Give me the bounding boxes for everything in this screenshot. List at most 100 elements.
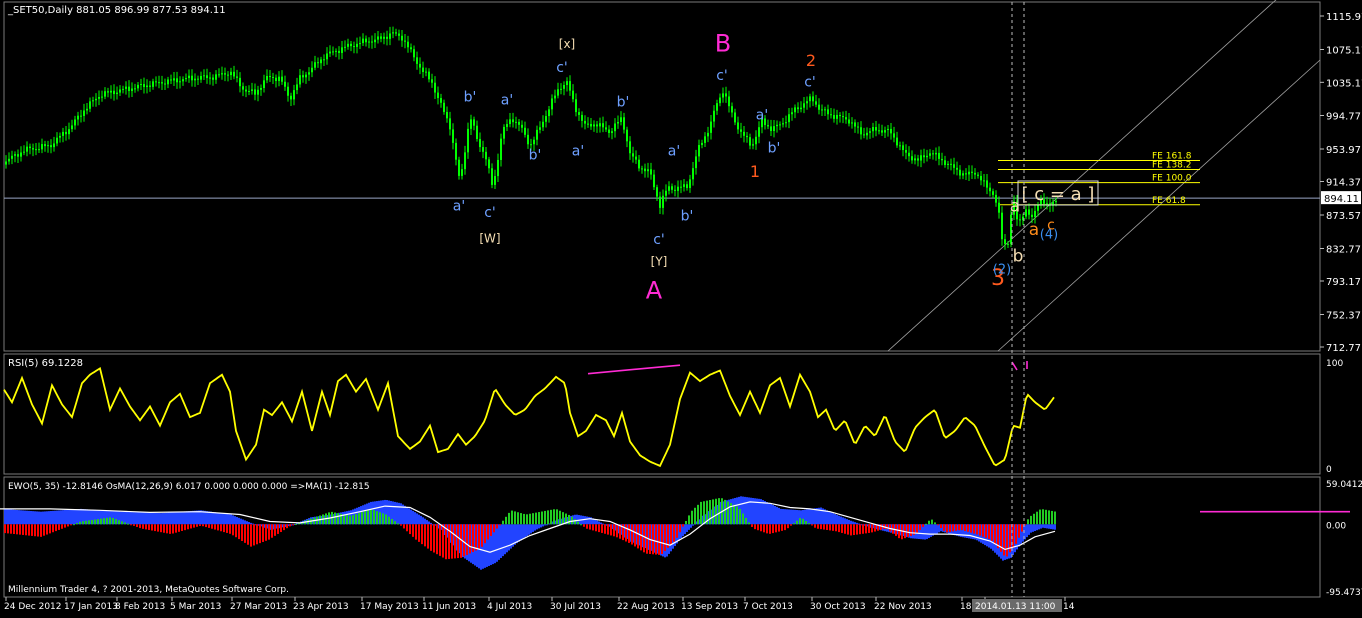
candle-body <box>104 91 106 97</box>
ewo-histogram-bar <box>56 510 58 525</box>
osma-histogram-bar <box>475 524 477 551</box>
chart-canvas[interactable]: FE 161.8FE 138.2FE 100.0FE 61.8a'b'c'[W]… <box>0 0 1362 614</box>
ewo-histogram-bar <box>810 508 812 525</box>
osma-histogram-bar <box>118 520 120 525</box>
candle-body <box>812 96 814 102</box>
candle-body <box>779 124 781 126</box>
candle-body <box>497 159 499 177</box>
osma-histogram-bar <box>1033 513 1035 525</box>
candle-body <box>902 145 904 150</box>
osma-histogram-bar <box>631 524 633 545</box>
ewo-histogram-bar <box>246 521 248 525</box>
osma-histogram-bar <box>805 521 807 525</box>
osma-histogram-bar <box>442 524 444 558</box>
ewo-histogram-bar <box>1044 524 1046 529</box>
osma-histogram-bar <box>787 524 789 529</box>
ewo-histogram-bar <box>1048 524 1050 529</box>
ewo-histogram-bar <box>832 513 834 525</box>
candle-body <box>905 149 907 153</box>
osma-histogram-bar <box>43 524 45 536</box>
candle-body <box>836 114 838 119</box>
candle-body <box>998 202 1000 213</box>
price-tick-label: 1075.17 <box>1326 45 1362 56</box>
ewo-histogram-bar <box>26 510 28 525</box>
ewo-histogram-bar <box>178 511 180 525</box>
osma-histogram-bar <box>424 524 426 547</box>
candle-body <box>275 77 277 82</box>
candle-body <box>98 97 100 99</box>
candle-body <box>614 123 616 132</box>
osma-histogram-bar <box>1006 524 1008 557</box>
fibo-level-label: FE 100.0 <box>1152 174 1192 184</box>
osma-histogram-bar <box>385 514 387 525</box>
candle-body <box>791 112 793 115</box>
osma-histogram-bar <box>1027 519 1029 525</box>
ewo-histogram-bar <box>40 511 42 525</box>
ewo-histogram-bar <box>780 508 782 525</box>
osma-histogram-bar <box>295 523 297 525</box>
candle-body <box>140 84 142 86</box>
ewo-histogram-bar <box>852 521 854 525</box>
candle-body <box>167 79 169 85</box>
candle-body <box>29 146 31 149</box>
osma-histogram-bar <box>625 524 627 542</box>
candle-body <box>563 85 565 89</box>
ewo-histogram-bar <box>534 524 536 531</box>
osma-histogram-bar <box>967 524 969 532</box>
ewo-histogram-bar <box>424 518 426 525</box>
time-tick-label: 22 Nov 2013 <box>874 602 932 612</box>
osma-histogram-bar <box>766 524 768 534</box>
candle-body <box>299 75 301 85</box>
candle-body <box>872 127 874 132</box>
ewo-histogram-bar <box>16 510 18 525</box>
candle-body <box>356 43 358 47</box>
candle-body <box>824 109 826 111</box>
candle-body <box>830 114 832 116</box>
candle-body <box>857 126 859 128</box>
osma-histogram-bar <box>850 524 852 536</box>
osma-histogram-bar <box>31 524 33 536</box>
candle-body <box>182 79 184 82</box>
candle-body <box>674 189 676 191</box>
osma-histogram-bar <box>733 504 735 525</box>
candle-body <box>584 120 586 124</box>
candle-body <box>149 85 151 87</box>
ewo-histogram-bar <box>126 511 128 525</box>
ewo-histogram-bar <box>422 517 424 525</box>
osma-histogram-bar <box>22 524 24 535</box>
candle-body <box>383 36 385 39</box>
wave-label: c' <box>653 232 665 248</box>
ewo-histogram-bar <box>502 524 504 557</box>
candle-body <box>884 130 886 133</box>
ewo-histogram-bar <box>938 524 940 533</box>
ewo-histogram-bar <box>856 522 858 525</box>
candle-body <box>254 89 256 95</box>
candle-body <box>596 124 598 127</box>
candle-body <box>722 93 724 98</box>
osma-histogram-bar <box>853 524 855 536</box>
osma-histogram-bar <box>796 520 798 525</box>
candle-body <box>644 168 646 172</box>
candle-body <box>47 145 49 147</box>
osma-histogram-bar <box>958 524 960 531</box>
osma-histogram-bar <box>481 524 483 547</box>
ewo-histogram-bar <box>152 512 154 525</box>
wave-label: c' <box>484 205 496 221</box>
osma-histogram-bar <box>346 515 348 525</box>
candle-body <box>800 107 802 110</box>
candle-body <box>755 136 757 145</box>
candle-body <box>995 194 997 203</box>
wave-label: b' <box>464 89 477 105</box>
osma-histogram-bar <box>628 524 630 543</box>
candle-body <box>119 89 121 93</box>
osma-histogram-bar <box>136 524 138 527</box>
osma-histogram-bar <box>478 524 480 550</box>
osma-histogram-bar <box>55 524 57 532</box>
candle-body <box>626 129 628 142</box>
candle-body <box>281 76 283 82</box>
candle-body <box>209 77 211 79</box>
candle-body <box>503 126 505 139</box>
candle-body <box>848 119 850 124</box>
osma-histogram-bar <box>916 524 918 534</box>
time-tick-label: 17 Jan 2013 <box>64 602 118 612</box>
